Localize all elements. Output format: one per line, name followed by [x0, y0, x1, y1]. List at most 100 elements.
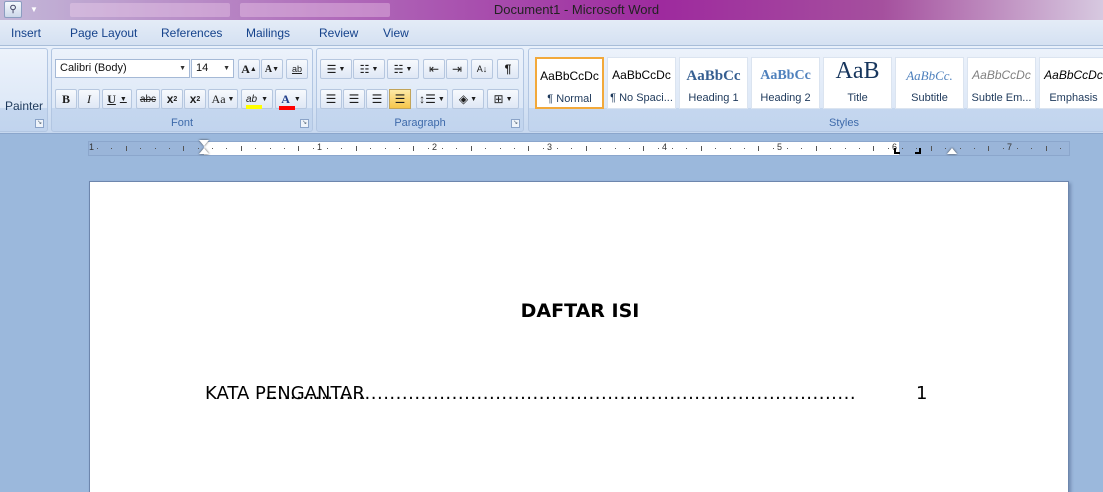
- ruler-tick-mark: [873, 146, 875, 151]
- ruler-tick-mark: [542, 148, 544, 149]
- tab-references[interactable]: References: [161, 26, 222, 40]
- tab-insert[interactable]: Insert: [11, 26, 41, 40]
- decrease-indent-button[interactable]: ⇤: [423, 59, 445, 79]
- grow-font-button[interactable]: A ▲: [238, 59, 260, 79]
- ruler-tick-mark: [844, 148, 846, 149]
- ruler-tick-mark: [858, 148, 860, 149]
- style-heading-2[interactable]: AaBbCc Heading 2: [751, 57, 820, 109]
- bullets-button[interactable]: ☰ ▼: [320, 59, 352, 79]
- style-sample-text: AaB: [835, 58, 880, 84]
- align-right-button[interactable]: ☰: [366, 89, 388, 109]
- ruler-number: 4: [662, 142, 668, 152]
- format-painter-button[interactable]: Painter: [5, 99, 43, 113]
- italic-button[interactable]: I: [78, 89, 100, 109]
- show-hide-marks-button[interactable]: ¶: [497, 59, 519, 79]
- clear-formatting-button[interactable]: ab: [286, 59, 308, 79]
- strikethrough-button[interactable]: abc: [136, 89, 160, 109]
- ruler-tick-mark: [240, 146, 242, 151]
- document-page[interactable]: DAFTAR ISI KATA PENGANTAR ..............…: [89, 181, 1069, 492]
- font-family-select[interactable]: Calibri (Body) ▼: [55, 59, 190, 78]
- style-sample-text: AaBbCcDc: [972, 68, 1031, 82]
- justify-button[interactable]: ☰: [389, 89, 411, 109]
- ruler-tick-mark: [327, 148, 328, 149]
- chevron-down-icon: ▼: [179, 65, 186, 72]
- style-heading-1[interactable]: AaBbCc Heading 1: [679, 57, 748, 109]
- style-name-label: Emphasis: [1049, 92, 1098, 104]
- font-color-button[interactable]: A ▼: [275, 89, 307, 110]
- font-family-value: Calibri (Body): [60, 62, 127, 74]
- text-highlight-button[interactable]: ab ▼: [241, 89, 273, 109]
- horizontal-ruler[interactable]: 1 1 2 3 4 5 6 7: [88, 140, 1070, 156]
- borders-icon: ⊞: [493, 92, 504, 106]
- ruler-tick-mark: [887, 148, 889, 149]
- ruler-tick-mark: [557, 148, 558, 149]
- style-name-label: Heading 1: [688, 92, 739, 104]
- align-left-button[interactable]: ☰: [320, 89, 342, 109]
- style-subtitle[interactable]: AaBbCc. Subtitle: [895, 57, 964, 109]
- style-normal[interactable]: AaBbCcDc ¶ Normal: [535, 57, 604, 109]
- style-sample-text: AaBbCcDc: [1044, 68, 1103, 82]
- superscript-button[interactable]: x2: [184, 89, 206, 109]
- font-dialog-launcher-icon[interactable]: ↘: [300, 119, 309, 128]
- ruler-number: 1: [317, 142, 323, 152]
- window-title: Document1 - Microsoft Word: [493, 2, 660, 17]
- toc-page-number: 1: [916, 383, 928, 404]
- paint-bucket-icon: ◈: [458, 92, 469, 106]
- decrease-indent-icon: ⇤: [428, 62, 440, 76]
- numbering-button[interactable]: ☷ ▼: [353, 59, 385, 79]
- style-name-label: Subtitle: [911, 92, 948, 104]
- style-name-label: Subtle Em...: [971, 92, 1032, 104]
- font-size-select[interactable]: 14 ▼: [191, 59, 234, 78]
- shading-button[interactable]: ◈ ▼: [452, 89, 484, 109]
- style-emphasis[interactable]: AaBbCcDc Emphasis: [1039, 57, 1103, 109]
- style-title[interactable]: AaB Title: [823, 57, 892, 109]
- sort-button[interactable]: A↓: [471, 59, 493, 79]
- bold-button[interactable]: B: [55, 89, 77, 109]
- change-case-button[interactable]: Aa ▼: [208, 89, 238, 109]
- align-center-button[interactable]: ☰: [343, 89, 365, 109]
- ruler-tick-mark: [413, 146, 415, 151]
- paragraph-dialog-launcher-icon[interactable]: ↘: [511, 119, 520, 128]
- style-no-spacing[interactable]: AaBbCcDc ¶ No Spaci...: [607, 57, 676, 109]
- hanging-indent-marker[interactable]: [199, 148, 209, 154]
- change-case-icon: Aa: [211, 91, 226, 106]
- ribbon-tab-bar: Insert Page Layout References Mailings R…: [0, 20, 1103, 46]
- left-tab-stop-icon[interactable]: [894, 148, 900, 154]
- style-name-label: Title: [847, 92, 868, 104]
- clipboard-launcher-icon[interactable]: ↘: [35, 119, 44, 128]
- line-spacing-button[interactable]: ↕☰ ▼: [416, 89, 448, 109]
- borders-button[interactable]: ⊞ ▼: [487, 89, 519, 109]
- shrink-font-button[interactable]: A ▼: [261, 59, 283, 79]
- multilevel-list-button[interactable]: ☵ ▼: [387, 59, 419, 79]
- subscript-icon: x: [166, 92, 174, 106]
- ruler-tick-mark: [787, 148, 788, 149]
- multilevel-list-icon: ☵: [393, 63, 404, 76]
- superscript-mark: 2: [196, 95, 201, 103]
- right-indent-marker[interactable]: [947, 148, 957, 154]
- sort-icon: A↓: [476, 64, 488, 74]
- toc-leader-dots: ........................................…: [265, 383, 857, 404]
- font-group-label: Font: [170, 117, 193, 129]
- style-subtle-emphasis[interactable]: AaBbCcDc Subtle Em...: [967, 57, 1036, 109]
- ruler-tick-mark: [269, 148, 271, 149]
- tab-review[interactable]: Review: [319, 26, 358, 40]
- tab-view[interactable]: View: [383, 26, 409, 40]
- tab-page-layout[interactable]: Page Layout: [70, 26, 137, 40]
- first-line-indent-marker[interactable]: [199, 140, 209, 146]
- justify-icon: ☰: [394, 92, 406, 106]
- title-bar: ⚲ ▼ Document1 - Microsoft Word: [0, 0, 1103, 20]
- subscript-button[interactable]: x2: [161, 89, 183, 109]
- right-tab-stop-icon[interactable]: [915, 148, 921, 154]
- underline-button[interactable]: U ▼: [102, 89, 132, 109]
- document-heading: DAFTAR ISI: [520, 300, 640, 322]
- ruler-tick-mark: [614, 148, 616, 149]
- ruler-tick-mark: [988, 146, 990, 151]
- ruler-tick-mark: [298, 146, 300, 151]
- tab-mailings[interactable]: Mailings: [246, 26, 290, 40]
- increase-indent-button[interactable]: ⇥: [446, 59, 468, 79]
- ruler-tick-mark: [571, 148, 573, 149]
- ruler-tick-mark: [628, 148, 630, 149]
- ruler-tick-mark: [1017, 148, 1018, 149]
- ruler-tick-mark: [830, 148, 832, 149]
- ruler-tick-mark: [312, 148, 314, 149]
